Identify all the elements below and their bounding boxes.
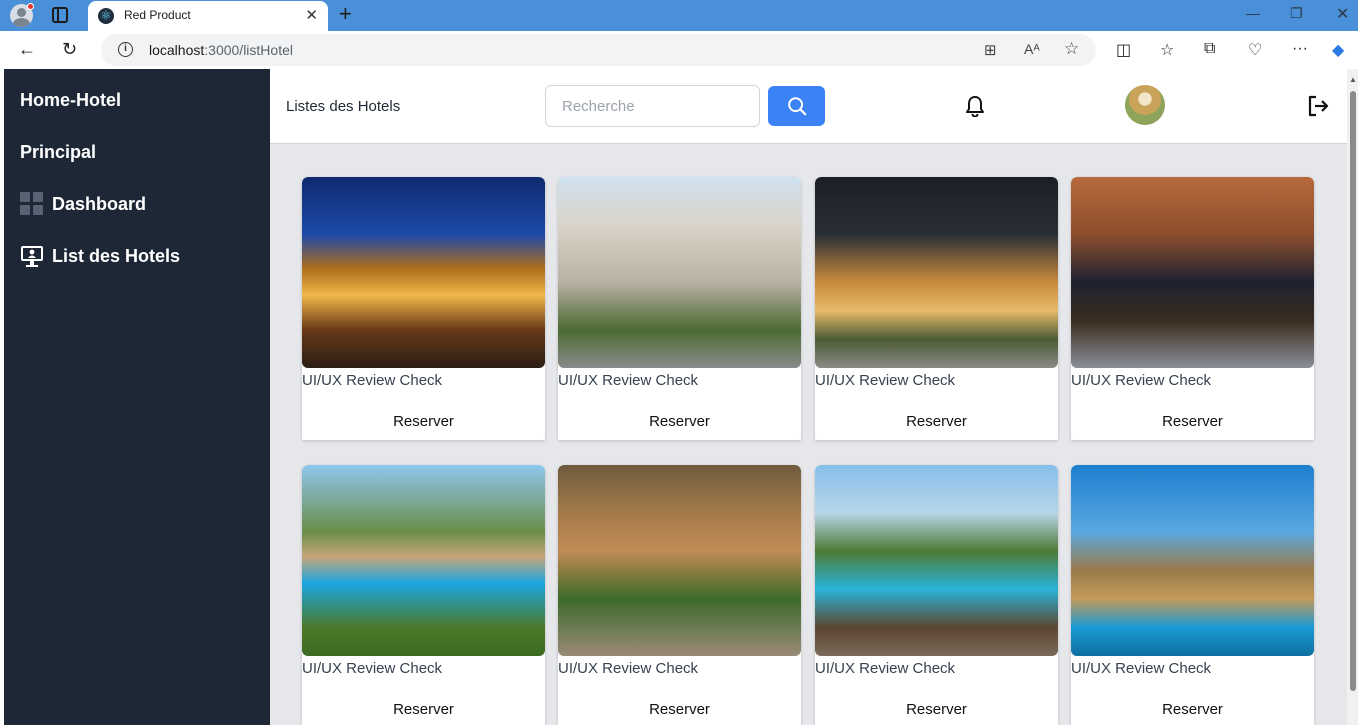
site-info-icon[interactable]: i (118, 42, 133, 57)
refresh-icon[interactable]: ↻ (62, 39, 77, 59)
close-window-icon[interactable]: ✕ (1336, 4, 1349, 24)
hotel-photo[interactable] (1071, 177, 1314, 368)
hotel-photo[interactable] (302, 465, 545, 656)
reserve-button[interactable]: Reserver (815, 413, 1058, 430)
page-title: Listes des Hotels (286, 98, 401, 115)
sidebar-item-label: List des Hotels (52, 245, 181, 266)
address-bar: ← ↻ i localhost:3000/listHotel ⊞ Aᴬ ☆ ◫ … (0, 31, 1358, 69)
url-field[interactable]: i localhost:3000/listHotel ⊞ Aᴬ ☆ (101, 34, 1096, 66)
hotel-name: UI/UX Review Check (558, 372, 699, 389)
reserve-button[interactable]: Reserver (558, 701, 801, 718)
hotel-photo[interactable] (558, 177, 801, 368)
tab-actions-icon[interactable] (52, 7, 68, 23)
sidebar: Home-Hotel Principal Dashboard List des … (4, 69, 270, 725)
hotel-name: UI/UX Review Check (302, 372, 443, 389)
hotel-name: UI/UX Review Check (1071, 660, 1212, 677)
copilot-icon[interactable]: ◆ (1332, 40, 1344, 60)
browser-essentials-icon[interactable]: ♡ (1248, 40, 1262, 60)
search-icon (787, 97, 806, 116)
new-tab-icon[interactable]: + (339, 2, 352, 26)
hotel-list-icon (20, 244, 44, 268)
scroll-up-icon[interactable]: ▲ (1349, 75, 1357, 84)
hotel-card: UI/UX Review Check Reserver (1071, 465, 1314, 725)
reserve-button[interactable]: Reserver (302, 413, 545, 430)
hotel-card: UI/UX Review Check Reserver (558, 177, 801, 440)
read-aloud-icon[interactable]: Aᴬ (1024, 41, 1040, 57)
reserve-button[interactable]: Reserver (815, 701, 1058, 718)
favorite-star-icon[interactable]: ☆ (1064, 39, 1079, 59)
sidebar-item-hotels[interactable]: List des Hotels (20, 243, 180, 269)
sidebar-item-dashboard[interactable]: Dashboard (20, 191, 146, 217)
sidebar-section-title: Principal (20, 142, 97, 162)
minimize-icon[interactable]: — (1246, 5, 1260, 21)
hotel-photo[interactable] (302, 177, 545, 368)
hotel-card: UI/UX Review Check Reserver (815, 465, 1058, 725)
reserve-button[interactable]: Reserver (1071, 413, 1314, 430)
search-button[interactable] (768, 86, 825, 126)
search-input[interactable] (545, 85, 760, 127)
user-avatar[interactable] (1125, 85, 1165, 125)
hotel-photo[interactable] (1071, 465, 1314, 656)
top-header: Listes des Hotels (270, 69, 1347, 144)
collections-icon[interactable]: ⧉ (1204, 40, 1215, 58)
scrollbar-thumb[interactable] (1350, 91, 1356, 691)
app-root: Home-Hotel Principal Dashboard List des … (4, 69, 1347, 725)
favorites-icon[interactable]: ☆ (1160, 40, 1174, 60)
hotel-card: UI/UX Review Check Reserver (558, 465, 801, 725)
notification-bell-icon[interactable] (965, 95, 985, 122)
hotel-card: UI/UX Review Check Reserver (815, 177, 1058, 440)
browser-tab-bar: ⚛ Red Product ✕ + — ❐ ✕ (0, 0, 1358, 31)
page-scrollbar[interactable]: ▲ (1347, 69, 1358, 725)
reserve-button[interactable]: Reserver (302, 701, 545, 718)
hotel-card: UI/UX Review Check Reserver (1071, 177, 1314, 440)
url-host: localhost (149, 42, 205, 58)
hotel-card: UI/UX Review Check Reserver (302, 177, 545, 440)
hotel-card: UI/UX Review Check Reserver (302, 465, 545, 725)
browser-tab[interactable]: ⚛ Red Product ✕ (88, 1, 328, 31)
tab-title: Red Product (124, 8, 191, 22)
hotel-name: UI/UX Review Check (558, 660, 699, 677)
split-screen-icon[interactable]: ◫ (1116, 40, 1131, 60)
hotel-name: UI/UX Review Check (815, 660, 956, 677)
close-tab-icon[interactable]: ✕ (305, 6, 318, 24)
brand-title[interactable]: Home-Hotel (20, 90, 121, 111)
hotel-name: UI/UX Review Check (302, 660, 443, 677)
url-text: localhost:3000/listHotel (149, 42, 293, 58)
reserve-button[interactable]: Reserver (558, 413, 801, 430)
hotel-photo[interactable] (815, 177, 1058, 368)
logout-icon[interactable] (1306, 94, 1330, 123)
back-icon[interactable]: ← (18, 39, 36, 59)
react-favicon-icon: ⚛ (98, 8, 114, 24)
hotel-photo[interactable] (558, 465, 801, 656)
reserve-button[interactable]: Reserver (1071, 701, 1314, 718)
hotel-photo[interactable] (815, 465, 1058, 656)
more-menu-icon[interactable]: ··· (1292, 40, 1308, 58)
hotel-name: UI/UX Review Check (815, 372, 956, 389)
sidebar-item-label: Dashboard (52, 193, 147, 214)
notification-dot-icon (27, 3, 34, 10)
dashboard-icon (20, 192, 44, 216)
url-path: :3000/listHotel (204, 42, 293, 58)
hotel-name: UI/UX Review Check (1071, 372, 1212, 389)
app-available-icon[interactable]: ⊞ (984, 41, 997, 59)
restore-icon[interactable]: ❐ (1290, 5, 1303, 22)
